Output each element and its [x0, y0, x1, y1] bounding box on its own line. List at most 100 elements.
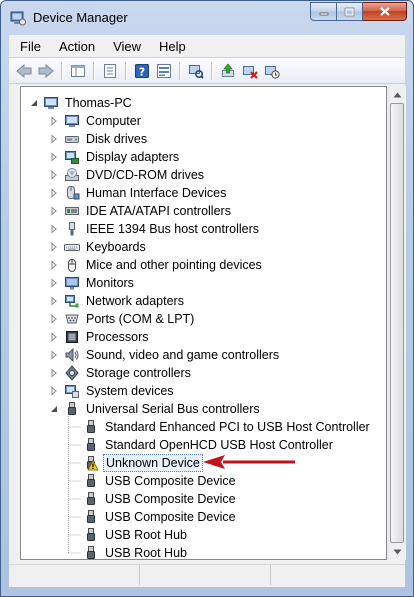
- usb-device-icon: [87, 474, 95, 487]
- tree-category-display-adapters[interactable]: Display adapters: [49, 148, 181, 166]
- properties-icon: [104, 63, 116, 78]
- properties-button[interactable]: [99, 60, 121, 82]
- tree-device[interactable]: USB Root Hub: [83, 544, 189, 559]
- help-button[interactable]: ?: [131, 60, 153, 82]
- tree-category-label: Disk drives: [86, 132, 148, 146]
- menu-help[interactable]: Help: [152, 39, 193, 54]
- update-driver-button[interactable]: [217, 60, 239, 82]
- port-icon: [65, 314, 79, 324]
- keyboard-icon: [64, 244, 80, 251]
- help-icon: ?: [135, 63, 149, 78]
- tree-category-label: System devices: [86, 384, 174, 398]
- device-tree[interactable]: Thomas-PC Computer Disk drives Display ada…: [20, 86, 387, 560]
- tree-device[interactable]: USB Composite Device: [83, 508, 238, 526]
- collapsed-arrow-icon: [51, 332, 57, 342]
- annotation-arrow-icon: [203, 455, 295, 469]
- scroll-up-arrow-icon: [393, 92, 402, 97]
- content-area: Thomas-PC Computer Disk drives Display ada…: [9, 84, 406, 564]
- back-button[interactable]: [13, 60, 35, 82]
- tree-category-keyboards[interactable]: Keyboards: [49, 238, 148, 256]
- toolbar-separator: [179, 61, 181, 80]
- tree-category-ieee-1394-bus-host-controllers[interactable]: IEEE 1394 Bus host controllers: [49, 220, 261, 238]
- tree-category-label: Mice and other pointing devices: [86, 258, 262, 272]
- tree-category-sound-video-and-game-controllers[interactable]: Sound, video and game controllers: [49, 346, 281, 364]
- update-driver-icon: [222, 62, 234, 77]
- tree-category-label: Monitors: [86, 276, 134, 290]
- collapsed-arrow-icon: [51, 188, 57, 198]
- tree-category-dvd-cd-rom-drives[interactable]: DVD/CD-ROM drives: [49, 166, 206, 184]
- tree-category-label: Sound, video and game controllers: [86, 348, 280, 362]
- tree-category-label: Storage controllers: [86, 366, 191, 380]
- tree-category-disk-drives[interactable]: Disk drives: [49, 130, 149, 148]
- disk-drive-icon: [65, 136, 79, 143]
- processor-icon: [66, 331, 78, 343]
- uninstall-device-button[interactable]: [239, 60, 261, 82]
- tree-category-label: IEEE 1394 Bus host controllers: [86, 222, 260, 236]
- status-bar-pane: [9, 565, 140, 585]
- maximize-icon: [344, 7, 355, 16]
- tree-category-ide-ata-atapi-controllers[interactable]: IDE ATA/ATAPI controllers: [49, 202, 233, 220]
- tree-category-label: Ports (COM & LPT): [86, 312, 195, 326]
- back-arrow-icon: [16, 63, 32, 78]
- collapsed-arrow-icon: [51, 152, 57, 162]
- ide-controller-icon: [65, 207, 79, 215]
- tree-category-network-adapters[interactable]: Network adapters: [49, 292, 186, 310]
- warning-usb-device-icon: [87, 456, 99, 471]
- maximize-button[interactable]: [337, 2, 363, 21]
- display-adapter-icon: [65, 151, 79, 164]
- title-bar[interactable]: Device Manager: [1, 1, 413, 35]
- tree-category-ports-com-lpt[interactable]: Ports (COM & LPT): [49, 310, 196, 328]
- scroll-up-button[interactable]: [389, 86, 406, 103]
- minimize-button[interactable]: [310, 2, 337, 21]
- tree-category-universal-serial-bus-controllers[interactable]: Universal Serial Bus controllers: [49, 400, 262, 418]
- collapsed-arrow-icon: [51, 296, 57, 306]
- usb-device-icon: [87, 510, 95, 523]
- details-view-button[interactable]: [153, 60, 175, 82]
- tree-category-system-devices[interactable]: System devices: [49, 382, 176, 400]
- tree-device-label: Unknown Device: [103, 454, 203, 472]
- firewire-icon: [69, 222, 75, 236]
- tree-device[interactable]: Standard Enhanced PCI to USB Host Contro…: [83, 418, 372, 436]
- expanded-arrow-icon: [51, 406, 57, 412]
- tree-device[interactable]: USB Composite Device: [83, 490, 238, 508]
- show-hide-console-tree-button[interactable]: [67, 60, 89, 82]
- menu-action[interactable]: Action: [52, 39, 102, 54]
- tree-category-label: Universal Serial Bus controllers: [86, 402, 260, 416]
- tree-category-label: Keyboards: [86, 240, 146, 254]
- tree-category-monitors[interactable]: Monitors: [49, 274, 136, 292]
- tree-category-mice-and-other-pointing-devices[interactable]: Mice and other pointing devices: [49, 256, 264, 274]
- scroll-down-button[interactable]: [389, 543, 406, 560]
- menu-file[interactable]: File: [13, 39, 48, 54]
- status-bar: [9, 564, 405, 587]
- disable-device-button[interactable]: [261, 60, 283, 82]
- scan-hardware-changes-button[interactable]: [185, 60, 207, 82]
- tree-category-computer[interactable]: Computer: [49, 112, 143, 130]
- close-button[interactable]: [363, 2, 407, 21]
- tree-device[interactable]: USB Root Hub: [83, 526, 189, 544]
- forward-button[interactable]: [35, 60, 57, 82]
- status-bar-pane: [140, 565, 271, 585]
- tree-device[interactable]: USB Composite Device: [83, 472, 238, 490]
- scroll-thumb[interactable]: [390, 103, 404, 543]
- tree-category-processors[interactable]: Processors: [49, 328, 151, 346]
- collapsed-arrow-icon: [51, 260, 57, 270]
- uninstall-device-icon: [243, 65, 258, 79]
- mouse-icon: [68, 259, 76, 272]
- tree-device-label: USB Root Hub: [105, 528, 187, 542]
- usb-device-icon: [87, 438, 95, 451]
- vertical-scrollbar[interactable]: [388, 86, 406, 560]
- tree-category-storage-controllers[interactable]: Storage controllers: [49, 364, 193, 382]
- tree-category-human-interface-devices[interactable]: Human Interface Devices: [49, 184, 228, 202]
- tree-device-unknown-device[interactable]: Unknown Device: [83, 454, 203, 472]
- tree-root[interactable]: Thomas-PC: [29, 94, 134, 112]
- device-manager-app-icon: [10, 11, 26, 26]
- tree-device-label: Standard Enhanced PCI to USB Host Contro…: [105, 420, 370, 434]
- collapsed-arrow-icon: [51, 386, 57, 396]
- minimize-icon: [319, 12, 328, 15]
- menu-view[interactable]: View: [106, 39, 148, 54]
- tree-category-label: Network adapters: [86, 294, 184, 308]
- tree-device-label: USB Composite Device: [105, 492, 236, 506]
- hid-icon: [67, 186, 80, 200]
- forward-arrow-icon: [38, 63, 54, 78]
- monitor-icon: [65, 277, 79, 290]
